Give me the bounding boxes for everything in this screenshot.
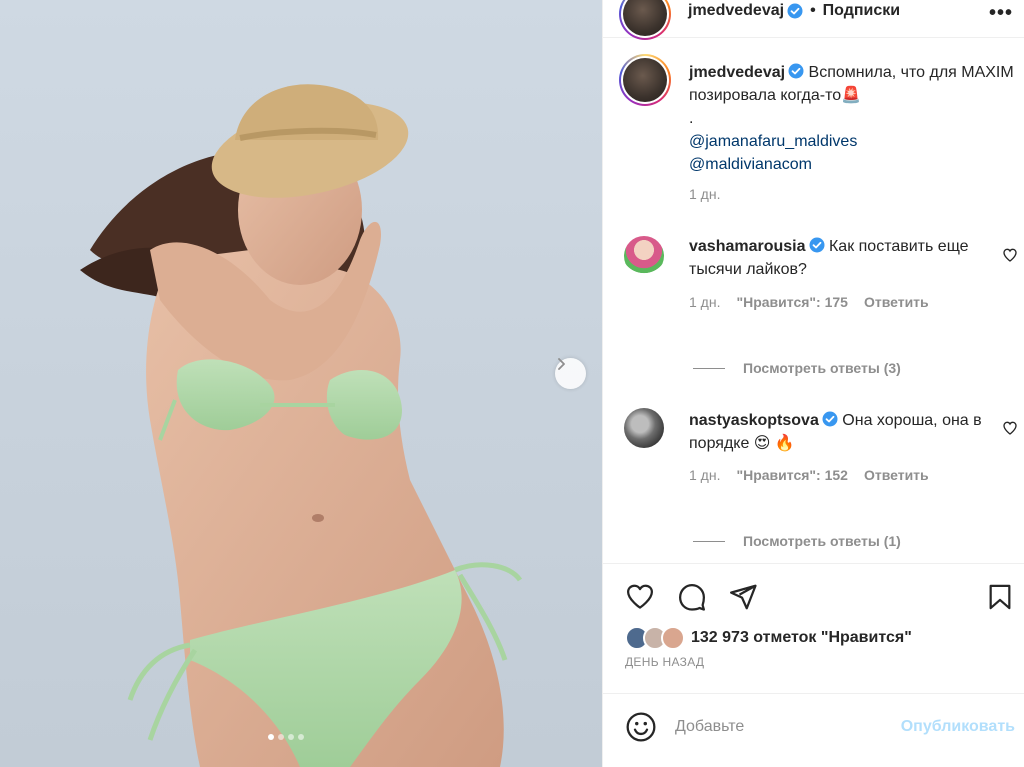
post-time[interactable]: ДЕНЬ НАЗАД — [625, 655, 704, 669]
view-replies-label: Посмотреть ответы (3) — [743, 360, 901, 376]
likes-count[interactable]: 132 973 отметок "Нравится" — [691, 629, 912, 647]
bookmark-icon[interactable] — [986, 582, 1014, 612]
caption-emoji: 🚨 — [841, 87, 862, 104]
caption-username[interactable]: jmedvedevaj — [689, 64, 785, 81]
comment-time[interactable]: 1 дн. — [689, 467, 720, 483]
follow-status-button[interactable]: Подписки — [823, 2, 900, 20]
author-username[interactable]: jmedvedevaj — [688, 2, 784, 20]
post-actions: 132 973 отметок "Нравится" ДЕНЬ НАЗАД — [603, 563, 1024, 693]
post-header: jmedvedevaj • Подписки ••• — [603, 0, 1024, 40]
caption-dot: . — [689, 110, 694, 127]
caption-time[interactable]: 1 дн. — [689, 186, 720, 202]
comment-username[interactable]: nastyaskoptsova — [689, 412, 819, 429]
post-side-panel: jmedvedevaj • Подписки ••• jmedvedevaj В… — [602, 0, 1024, 767]
verified-badge-icon — [809, 237, 825, 253]
view-replies-label: Посмотреть ответы (1) — [743, 533, 901, 549]
emoji-icon[interactable] — [625, 711, 657, 743]
more-icon[interactable]: ••• — [989, 2, 1013, 25]
reply-button[interactable]: Ответить — [864, 467, 929, 483]
carousel-dot — [278, 734, 284, 740]
heart-icon[interactable] — [624, 582, 656, 612]
comment-time[interactable]: 1 дн. — [689, 294, 720, 310]
add-comment-bar: Добавьте Опубликовать — [603, 693, 1024, 767]
likers-avatars — [625, 626, 685, 650]
header-separator: • — [810, 2, 816, 19]
mention-link[interactable]: @jamanafaru_maldives — [689, 130, 1019, 153]
verified-badge-icon — [787, 3, 803, 19]
heart-icon[interactable] — [1002, 420, 1018, 436]
reply-button[interactable]: Ответить — [864, 294, 929, 310]
comment-username[interactable]: vashamarousia — [689, 238, 806, 255]
carousel-dot — [298, 734, 304, 740]
photo-illustration — [80, 84, 523, 767]
commenter-avatar[interactable] — [624, 408, 664, 448]
carousel-indicator — [268, 734, 304, 740]
caption-avatar[interactable] — [619, 54, 671, 106]
carousel-dot — [288, 734, 294, 740]
view-replies-button[interactable]: Посмотреть ответы (3) — [693, 360, 901, 376]
avatar — [661, 626, 685, 650]
carousel-dot — [268, 734, 274, 740]
view-replies-button[interactable]: Посмотреть ответы (1) — [693, 533, 901, 549]
verified-badge-icon — [788, 63, 804, 79]
mention-link[interactable]: @maldivianacom — [689, 153, 1019, 176]
author-avatar[interactable] — [619, 0, 671, 40]
post-photo[interactable] — [0, 0, 602, 767]
verified-badge-icon — [822, 411, 838, 427]
likes-summary[interactable]: 132 973 отметок "Нравится" — [625, 626, 912, 650]
comment-input[interactable]: Добавьте — [675, 718, 744, 736]
comment-icon[interactable] — [676, 582, 708, 612]
publish-button[interactable]: Опубликовать — [901, 718, 1015, 736]
chevron-right-icon — [558, 358, 565, 370]
comment-likes[interactable]: "Нравится": 152 — [736, 467, 847, 483]
share-icon[interactable] — [727, 582, 759, 612]
heart-icon[interactable] — [1002, 247, 1018, 263]
comment-likes[interactable]: "Нравится": 175 — [736, 294, 847, 310]
commenter-avatar[interactable] — [624, 236, 664, 276]
carousel-next-button[interactable] — [555, 358, 586, 389]
